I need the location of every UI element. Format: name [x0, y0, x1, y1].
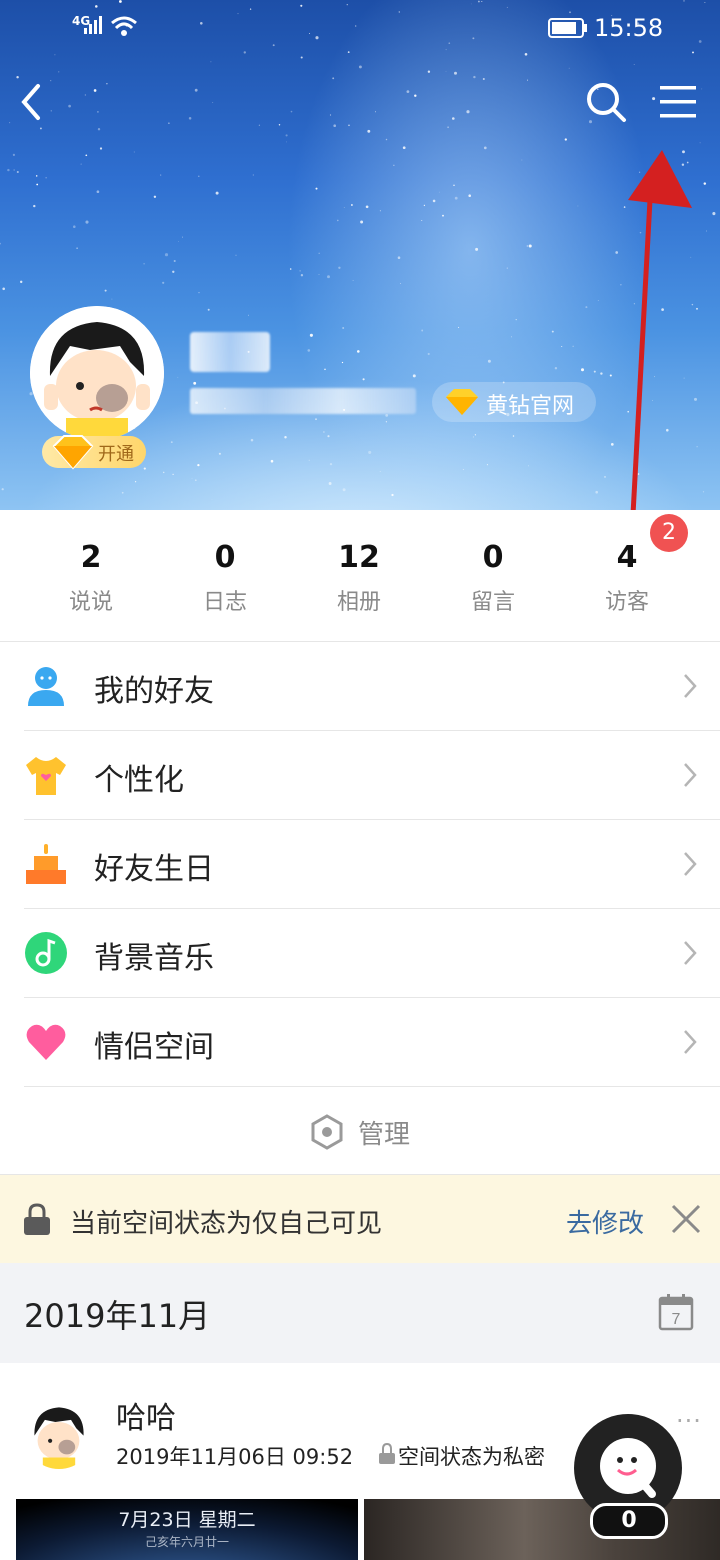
menu-list: 我的好友 个性化 好友生日 背景音乐 情侣空间 [0, 642, 720, 1087]
cartoon-girl-avatar-icon [34, 1407, 84, 1469]
avatar[interactable] [30, 306, 164, 440]
post-photo-1[interactable]: 7月23日 星期二 己亥年六月廿一 [16, 1499, 358, 1560]
music-note-icon [25, 932, 67, 974]
photo-date-text: 7月23日 星期二 [118, 1509, 256, 1531]
stat-visitors[interactable]: 4 访客 [560, 540, 694, 616]
chevron-right-icon [684, 852, 697, 876]
post-author-avatar[interactable] [24, 1399, 94, 1469]
menu-item-couple-space[interactable]: 情侣空间 [24, 998, 720, 1087]
user-id-blurred [190, 388, 416, 414]
fab-count-badge: 0 [590, 1503, 668, 1539]
menu-item-birthday[interactable]: 好友生日 [24, 820, 720, 909]
post-timestamp: 2019年11月06日 09:52 [116, 1445, 354, 1469]
vip-open-badge[interactable]: 开通 [42, 435, 146, 470]
red-arrow-head [628, 150, 692, 208]
wifi-icon [111, 16, 137, 36]
stat-messages[interactable]: 0 留言 [426, 540, 560, 616]
clock: 15:58 [594, 14, 664, 42]
back-arrow-icon[interactable] [14, 80, 50, 124]
menu-item-label: 我的好友 [94, 674, 214, 709]
menu-item-music[interactable]: 背景音乐 [24, 909, 720, 998]
red-arrow-annotation [630, 199, 653, 510]
privacy-notice-bar: 当前空间状态为仅自己可见 去修改 [0, 1175, 720, 1263]
menu-item-personalize[interactable]: 个性化 [24, 731, 720, 820]
profile-header: 4G 15:58 开通 黄钻官网 [0, 0, 720, 510]
menu-item-label: 情侣空间 [94, 1030, 214, 1065]
diamond-icon [446, 389, 478, 415]
stats-bar: 2 说说 0 日志 12 相册 0 留言 4 访客 [0, 510, 720, 642]
small-lock-icon [379, 1443, 395, 1464]
privacy-notice-text: 当前空间状态为仅自己可见 [70, 1209, 383, 1239]
post-privacy-label: 空间状态为私密 [398, 1445, 545, 1469]
stat-value: 0 [214, 540, 236, 575]
stat-label: 日志 [202, 590, 247, 615]
photo-lunar-text: 己亥年六月廿一 [144, 1535, 229, 1549]
stat-label: 相册 [336, 590, 381, 615]
menu-item-friends[interactable]: 我的好友 [24, 642, 720, 731]
menu-item-label: 好友生日 [94, 852, 214, 887]
lock-icon [24, 1203, 50, 1235]
signal-icon [84, 16, 102, 34]
friends-icon [28, 667, 64, 706]
menu-item-label: 个性化 [94, 763, 184, 798]
month-label: 2019年11月 [24, 1297, 211, 1335]
post-author-name[interactable]: 哈哈 [116, 1393, 176, 1437]
yellow-diamond-icon [52, 435, 94, 470]
stat-albums[interactable]: 12 相册 [292, 540, 426, 616]
calendar-icon[interactable]: 7 [658, 1293, 694, 1331]
chevron-right-icon [684, 674, 697, 698]
username-blurred [190, 332, 270, 372]
hamburger-menu-icon[interactable] [656, 82, 700, 122]
vip-open-label: 开通 [98, 444, 134, 465]
tshirt-icon [26, 757, 66, 795]
manage-button[interactable]: 管理 [0, 1088, 720, 1175]
birthday-cake-icon [26, 844, 66, 884]
heart-icon [26, 1024, 66, 1060]
stat-label: 访客 [604, 590, 649, 615]
yellow-diamond-official-link[interactable]: 黄钻官网 [432, 382, 596, 422]
modify-link[interactable]: 去修改 [566, 1203, 644, 1240]
stat-blogs[interactable]: 0 日志 [158, 540, 292, 616]
calendar-day: 7 [672, 1311, 681, 1328]
stat-value: 2 [80, 540, 102, 575]
cartoon-girl-avatar-icon [30, 306, 164, 440]
manage-label: 管理 [358, 1120, 411, 1150]
month-header: 2019年11月 7 [0, 1263, 720, 1363]
visitor-notification-badge: 2 [650, 514, 688, 552]
chevron-right-icon [684, 763, 697, 787]
stat-label: 留言 [470, 590, 515, 615]
menu-item-label: 背景音乐 [94, 941, 214, 976]
hexagon-settings-icon [311, 1114, 343, 1150]
stat-value: 0 [482, 540, 504, 575]
battery-icon [548, 18, 587, 38]
chevron-right-icon [684, 941, 697, 965]
yellow-diamond-label: 黄钻官网 [486, 394, 575, 419]
close-icon[interactable] [670, 1203, 702, 1235]
status-bar: 4G 15:58 [0, 0, 720, 56]
stat-label: 说说 [68, 590, 113, 615]
search-icon[interactable] [584, 80, 628, 124]
chevron-right-icon [684, 1030, 697, 1054]
stat-posts[interactable]: 2 说说 [24, 540, 158, 616]
stat-value: 12 [338, 540, 380, 575]
